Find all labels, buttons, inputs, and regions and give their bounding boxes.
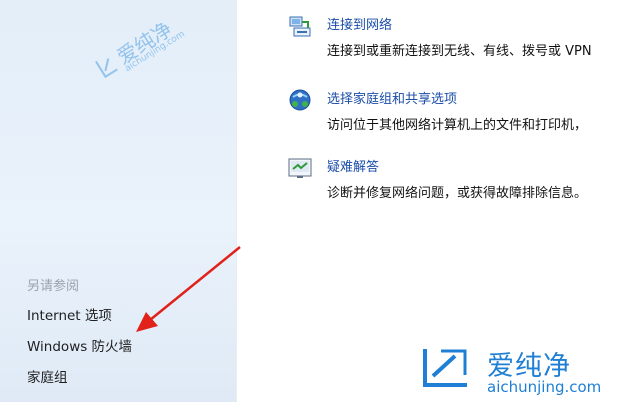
- watermark-logo-icon: [423, 349, 467, 387]
- annotation-arrow: [136, 246, 241, 332]
- watermark-url: aichunjing.com: [487, 378, 602, 396]
